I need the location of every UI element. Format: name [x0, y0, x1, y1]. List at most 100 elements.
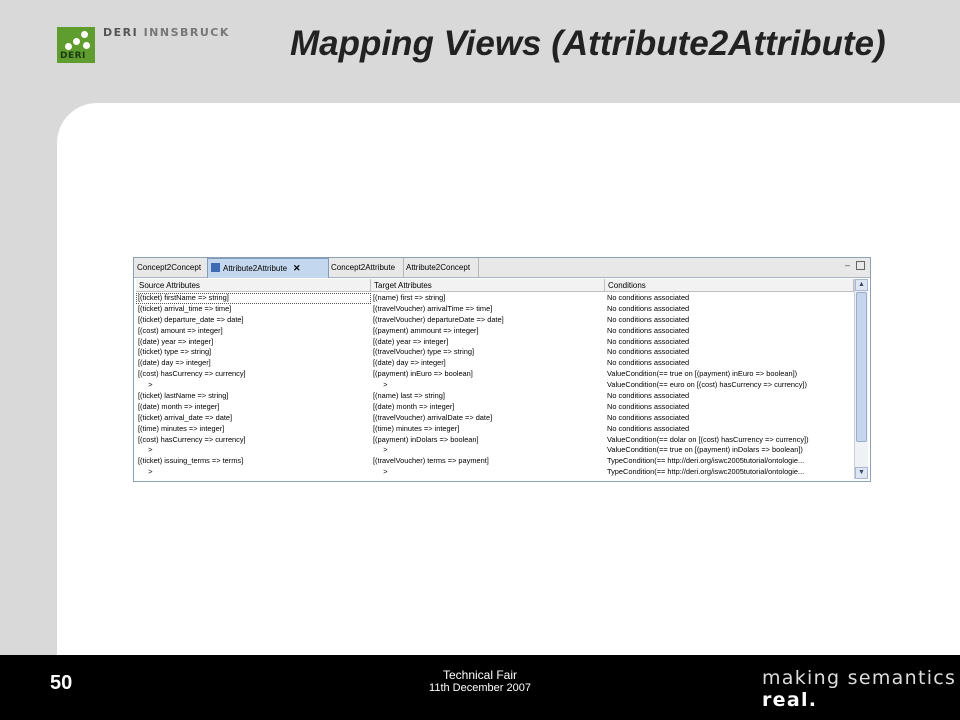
table-row[interactable]: [(ticket) departure_date => date] [(trave…	[136, 315, 854, 326]
minimize-icon[interactable]: –	[843, 261, 852, 270]
source-attribute-cell: [(cost) hasCurrency => currency]	[138, 369, 246, 379]
target-attribute-cell: [(travelVoucher) arrivalDate => date]	[373, 412, 493, 422]
target-attribute-cell: [(payment) inDolars => boolean]	[373, 434, 479, 444]
tagline-text: making semantics	[762, 667, 957, 689]
target-attribute-cell: [(travelVoucher) departureDate => date]	[373, 314, 504, 324]
table-row[interactable]: [(ticket) arrival_time => time] [(travelV…	[136, 304, 854, 315]
tab-label: Attribute2Attribute	[223, 264, 288, 273]
source-attribute-cell: [(ticket) firstName => string]	[136, 293, 371, 304]
maximize-icon[interactable]	[856, 261, 865, 270]
table-row[interactable]: [(cost) hasCurrency => currency] [(paymen…	[136, 435, 854, 446]
source-attribute-cell: >	[138, 380, 153, 390]
column-header-target[interactable]: Target Attributes	[371, 279, 605, 292]
condition-cell: No conditions associated	[607, 358, 690, 368]
event-info: Technical Fair 11th December 2007	[380, 669, 580, 695]
condition-cell: TypeCondition(== http://deri.org/iswc200…	[607, 456, 805, 466]
condition-cell: No conditions associated	[607, 336, 690, 346]
condition-cell: ValueCondition(== dolar on [(cost) hasCu…	[607, 434, 809, 444]
source-attribute-cell: [(date) day => integer]	[138, 358, 211, 368]
target-attribute-cell: >	[373, 445, 388, 455]
target-attribute-cell: [(travelVoucher) terms => payment]	[373, 456, 489, 466]
page-number: 50	[50, 672, 73, 694]
table-row[interactable]: [(date) day => integer] [(date) day => in…	[136, 358, 854, 369]
org-name-innsbruck: INNSBRUCK	[143, 26, 230, 39]
condition-cell: No conditions associated	[607, 423, 690, 433]
table-row[interactable]: [(ticket) lastName => string] [(name) las…	[136, 391, 854, 402]
table-row[interactable]: [(cost) hasCurrency => currency] [(paymen…	[136, 369, 854, 380]
table-row[interactable]: > > ValueCondition(== true on [(payment) …	[136, 445, 854, 456]
source-attribute-cell: >	[138, 467, 153, 477]
tab-label: Attribute2Concept	[406, 263, 471, 272]
tab-attribute2concept[interactable]: Attribute2Concept	[403, 258, 479, 277]
condition-cell: TypeCondition(== http://deri.org/iswc200…	[607, 467, 805, 477]
condition-cell: No conditions associated	[607, 303, 690, 313]
mapping-icon	[211, 263, 220, 272]
source-attribute-cell: [(ticket) arrival_date => date]	[138, 412, 233, 422]
tab-label: Concept2Attribute	[331, 263, 396, 272]
mapping-view: Concept2Concept Attribute2Attribute ✕ Con…	[133, 257, 871, 482]
source-attribute-cell: [(time) minutes => integer]	[138, 423, 225, 433]
table-row[interactable]: [(ticket) firstName => string] [(name) fi…	[136, 293, 854, 304]
table-row[interactable]: [(ticket) type => string] [(travelVoucher…	[136, 347, 854, 358]
column-header-source[interactable]: Source Attributes	[136, 279, 371, 292]
source-attribute-cell: [(date) year => integer]	[138, 336, 214, 346]
source-attribute-cell: >	[138, 445, 153, 455]
condition-cell: ValueCondition(== true on [(payment) inD…	[607, 445, 803, 455]
close-icon[interactable]: ✕	[293, 263, 301, 273]
target-attribute-cell: [(name) last => string]	[373, 391, 445, 401]
target-attribute-cell: >	[373, 467, 388, 477]
target-attribute-cell: [(date) month => integer]	[373, 401, 455, 411]
table-row[interactable]: > > TypeCondition(== http://deri.org/iswc…	[136, 467, 854, 478]
target-attribute-cell: [(travelVoucher) type => string]	[373, 347, 475, 357]
table-header: Source Attributes Target Attributes Cond…	[136, 279, 854, 292]
condition-cell: No conditions associated	[607, 314, 690, 324]
table-row[interactable]: [(date) year => integer] [(date) year => …	[136, 337, 854, 348]
tab-concept2concept[interactable]: Concept2Concept	[134, 258, 208, 277]
target-attribute-cell: [(date) day => integer]	[373, 358, 446, 368]
condition-cell: No conditions associated	[607, 325, 690, 335]
scroll-down-icon[interactable]: ▼	[855, 467, 868, 479]
target-attribute-cell: [(time) minutes => integer]	[373, 423, 460, 433]
footer-bar: 50 Technical Fair 11th December 2007 mak…	[0, 655, 960, 720]
source-attribute-cell: [(cost) amount => integer]	[138, 325, 223, 335]
target-attribute-cell: [(travelVoucher) arrivalTime => time]	[373, 303, 493, 313]
target-attribute-cell: [(payment) inEuro => boolean]	[373, 369, 473, 379]
condition-cell: No conditions associated	[607, 347, 690, 357]
vertical-scrollbar[interactable]: ▲ ▼	[854, 279, 868, 479]
view-tab-bar: Concept2Concept Attribute2Attribute ✕ Con…	[134, 258, 870, 278]
table-row[interactable]: [(date) month => integer] [(date) month =…	[136, 402, 854, 413]
table-row[interactable]: [(ticket) arrival_date => date] [(travelV…	[136, 413, 854, 424]
event-name: Technical Fair	[442, 668, 518, 682]
tab-attribute2attribute[interactable]: Attribute2Attribute ✕	[207, 258, 329, 278]
target-attribute-cell: [(name) first => string]	[373, 293, 446, 302]
tab-label: Concept2Concept	[137, 263, 202, 272]
table-row[interactable]: [(ticket) issuing_terms => terms] [(trave…	[136, 456, 854, 467]
source-attribute-cell: [(ticket) type => string]	[138, 347, 212, 357]
source-attribute-cell: [(date) month => integer]	[138, 401, 220, 411]
target-attribute-cell: >	[373, 380, 388, 390]
condition-cell: No conditions associated	[607, 401, 690, 411]
condition-cell: No conditions associated	[607, 293, 690, 302]
mapping-table-body: [(ticket) firstName => string] [(name) fi…	[136, 293, 854, 478]
condition-cell: No conditions associated	[607, 412, 690, 422]
source-attribute-cell: [(ticket) arrival_time => time]	[138, 303, 232, 313]
source-attribute-cell: [(cost) hasCurrency => currency]	[138, 434, 246, 444]
scroll-up-icon[interactable]: ▲	[855, 279, 868, 291]
condition-cell: ValueCondition(== euro on [(cost) hasCur…	[607, 380, 807, 390]
condition-cell: No conditions associated	[607, 391, 690, 401]
deri-logo: DERI	[57, 27, 95, 63]
source-attribute-cell: [(ticket) lastName => string]	[138, 391, 229, 401]
org-name-deri: DERI	[103, 26, 139, 39]
condition-cell: ValueCondition(== true on [(payment) inE…	[607, 369, 798, 379]
table-row[interactable]: [(cost) amount => integer] [(payment) amm…	[136, 326, 854, 337]
scrollbar-thumb[interactable]	[856, 292, 867, 442]
source-attribute-cell: [(ticket) issuing_terms => terms]	[138, 456, 244, 466]
table-row[interactable]: > > ValueCondition(== euro on [(cost) has…	[136, 380, 854, 391]
target-attribute-cell: [(date) year => integer]	[373, 336, 449, 346]
slide-title: Mapping Views (Attribute2Attribute)	[290, 24, 886, 63]
tab-concept2attribute[interactable]: Concept2Attribute	[328, 258, 404, 277]
organization-name: DERI INNSBRUCK	[103, 26, 230, 39]
column-header-conditions[interactable]: Conditions	[605, 279, 854, 292]
table-row[interactable]: [(time) minutes => integer] [(time) minut…	[136, 424, 854, 435]
event-date: 11th December 2007	[429, 682, 531, 694]
